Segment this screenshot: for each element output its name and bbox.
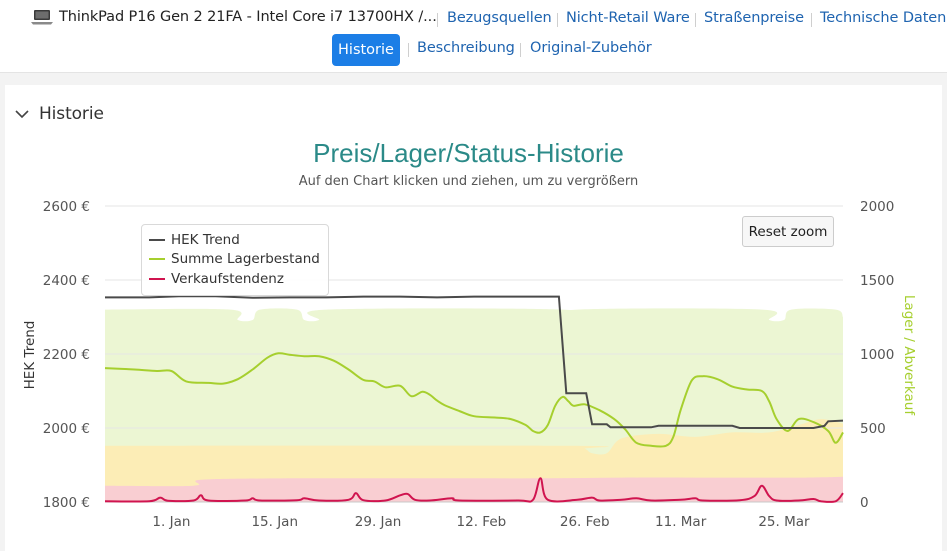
legend-label: Verkaufstendenz xyxy=(171,271,284,287)
x-tick-label: 11. Mar xyxy=(655,514,707,530)
y2-tick-label: 1000 xyxy=(860,347,894,363)
y2-tick-label: 500 xyxy=(860,421,886,437)
y2-tick-label: 0 xyxy=(860,495,869,511)
legend-item-summe-lagerbestand[interactable]: Summe Lagerbestand xyxy=(149,250,320,268)
legend-swatch xyxy=(149,278,165,280)
legend-label: HEK Trend xyxy=(171,232,240,248)
y-axis-title: HEK Trend xyxy=(22,321,38,390)
y2-tick-label: 1500 xyxy=(860,273,894,289)
y-tick-label: 2600 € xyxy=(43,199,90,215)
legend-item-hek-trend[interactable]: HEK Trend xyxy=(149,231,240,249)
x-tick-label: 12. Feb xyxy=(457,514,507,530)
y-tick-label: 2200 € xyxy=(43,347,90,363)
legend-swatch xyxy=(149,258,165,260)
chart-legend: HEK Trend Summe Lagerbestand Verkaufsten… xyxy=(141,224,329,296)
y2-tick-label: 2000 xyxy=(860,199,894,215)
y-tick-label: 2400 € xyxy=(43,273,90,289)
reset-zoom-button[interactable]: Reset zoom xyxy=(742,216,834,247)
legend-swatch xyxy=(149,239,165,241)
x-tick-label: 15. Jan xyxy=(251,514,298,530)
y-tick-label: 1800 € xyxy=(43,495,90,511)
x-tick-label: 25. Mar xyxy=(758,514,810,530)
x-tick-label: 26. Feb xyxy=(560,514,610,530)
x-tick-label: 1. Jan xyxy=(152,514,190,530)
legend-label: Summe Lagerbestand xyxy=(171,251,320,267)
x-tick-label: 29. Jan xyxy=(355,514,402,530)
status-band-red xyxy=(105,476,843,502)
y-tick-label: 2000 € xyxy=(43,421,90,437)
legend-item-verkaufstendenz[interactable]: Verkaufstendenz xyxy=(149,270,284,288)
y2-axis-title: Lager / Abverkauf xyxy=(901,295,917,416)
